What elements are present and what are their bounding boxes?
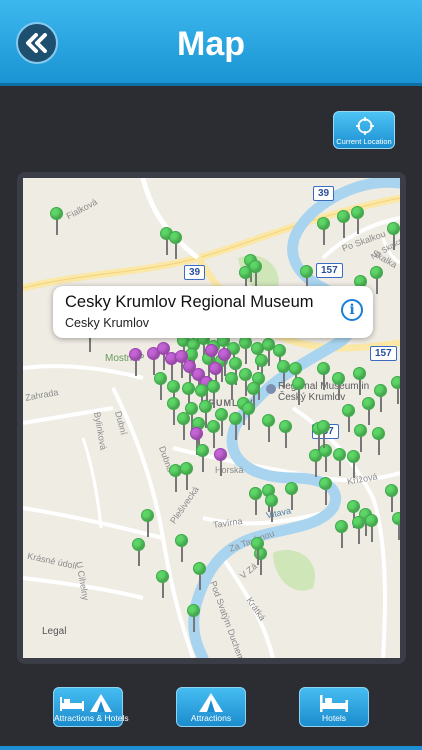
attraction-pin[interactable] [353,367,367,397]
route-marker: 157 [316,263,343,278]
attraction-pin[interactable] [251,537,265,567]
route-marker: 39 [184,265,206,280]
attraction-pin[interactable] [177,412,191,442]
attraction-pin[interactable] [156,570,170,600]
attraction-pin[interactable] [351,206,365,236]
attraction-pin[interactable] [279,420,293,450]
attraction-pin[interactable] [317,362,331,392]
callout-subtitle: Cesky Krumlov [65,316,150,330]
attraction-pin[interactable] [265,494,279,524]
attraction-pin[interactable] [262,414,276,444]
bed-and-tent-icon [60,694,112,712]
current-location-label: Current Location [336,137,392,146]
attraction-pin[interactable] [154,372,168,402]
museum-poi-icon [266,384,276,394]
map-callout[interactable]: Cesky Krumlov Regional Museum Cesky Krum… [53,286,373,338]
attraction-pin[interactable] [352,516,366,546]
page-title: Map [177,25,245,63]
attraction-pin[interactable] [196,444,210,474]
attraction-pin[interactable] [337,210,351,240]
tab-label: Attractions [190,713,232,723]
tab-label: Attractions & Hotels [54,713,129,723]
attraction-pin[interactable] [193,562,207,592]
attraction-pin[interactable] [392,512,400,542]
attraction-pin[interactable] [365,514,379,544]
attraction-pin[interactable] [385,484,399,514]
bed-icon [320,695,348,712]
attraction-pin[interactable] [317,217,331,247]
callout-title: Cesky Krumlov Regional Museum [65,293,314,311]
attraction-pin[interactable] [391,376,400,406]
tab-hotels[interactable]: Hotels [299,687,369,727]
attraction-pin[interactable] [249,487,263,517]
hotel-pin[interactable] [129,348,143,378]
attraction-pin[interactable] [317,420,331,450]
app-header: Map [0,0,422,86]
route-marker: 39 [313,186,335,201]
attraction-pin[interactable] [175,534,189,564]
tab-attractions[interactable]: Attractions [176,687,246,727]
attraction-pin[interactable] [242,402,256,432]
attraction-pin[interactable] [285,482,299,512]
legal-link[interactable]: Legal [42,626,66,637]
attraction-pin[interactable] [319,477,333,507]
attraction-pin[interactable] [292,377,306,407]
tent-icon [199,693,223,712]
attraction-pin[interactable] [335,520,349,550]
attraction-pin[interactable] [169,231,183,261]
hotel-pin[interactable] [214,448,228,478]
attraction-pin[interactable] [333,448,347,478]
bottom-bar-line [0,746,422,750]
crosshair-icon [356,117,374,135]
attraction-pin[interactable] [132,538,146,568]
current-location-button[interactable]: Current Location [333,111,395,149]
attraction-pin[interactable] [141,509,155,539]
attraction-pin[interactable] [50,207,64,237]
tab-attractions-hotels[interactable]: Attractions & Hotels [53,687,129,727]
attraction-pin[interactable] [347,450,361,480]
attraction-pin[interactable] [229,412,243,442]
attraction-pin[interactable] [187,604,201,634]
attraction-pin[interactable] [387,222,400,252]
attraction-pin[interactable] [372,427,386,457]
attraction-pin[interactable] [362,397,376,427]
attraction-pin[interactable] [332,372,346,402]
tab-label: Hotels [321,713,347,723]
route-marker: 157 [370,346,397,361]
info-icon[interactable]: i [341,299,363,321]
attraction-pin[interactable] [180,462,194,492]
attraction-pin[interactable] [374,384,388,414]
map-view[interactable]: Fialková Po Skalkou Skalka Na Skalce Mos… [23,178,400,658]
